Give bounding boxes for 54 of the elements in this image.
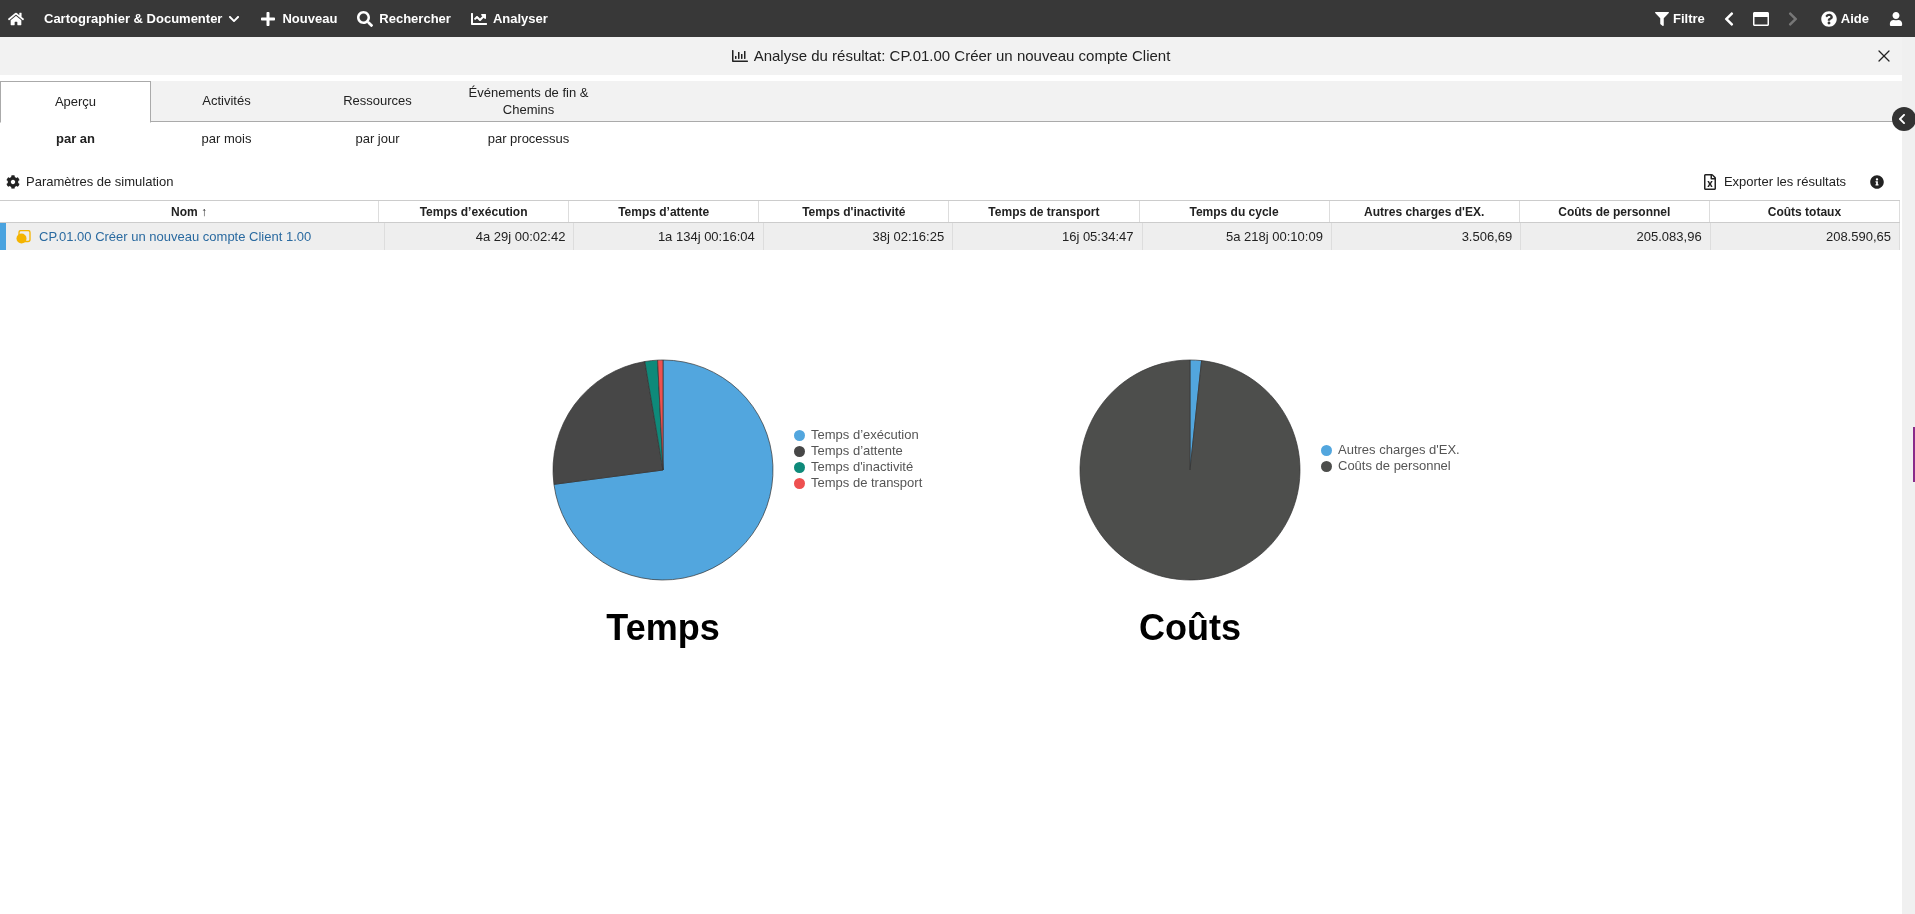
dialog-title: Analyse du résultat: CP.01.00 Créer un nouveau compte Client xyxy=(753,45,1171,66)
tab[interactable]: Ressources xyxy=(302,81,453,122)
gear-icon xyxy=(6,175,20,189)
info-icon[interactable] xyxy=(1870,175,1884,189)
plus-icon xyxy=(260,10,277,27)
period-tab[interactable]: par mois xyxy=(151,129,302,149)
spreadsheet-file-icon xyxy=(1701,174,1718,190)
process-icon xyxy=(16,229,31,244)
chevron-left-icon xyxy=(1896,113,1908,125)
export-button[interactable]: Exporter les résultats xyxy=(1701,172,1846,192)
table-cell: 1a 134j 00:16:04 xyxy=(574,223,764,250)
table-cell: 5a 218j 00:10:09 xyxy=(1142,223,1332,250)
column-header[interactable]: Temps d’attente xyxy=(569,201,760,222)
filter-icon xyxy=(1655,11,1670,26)
help-icon xyxy=(1820,10,1837,27)
filter-button[interactable]: Filtre xyxy=(1655,8,1705,29)
column-header[interactable]: Coûts totaux xyxy=(1709,201,1900,222)
column-header[interactable]: Temps d'inactivité xyxy=(759,201,950,222)
tab[interactable]: Activités xyxy=(151,81,302,122)
simulation-settings-button[interactable]: Paramètres de simulation xyxy=(6,172,174,192)
help-button[interactable]: Aide xyxy=(1820,8,1869,29)
period-tab[interactable]: par an xyxy=(0,129,151,149)
column-header[interactable]: Temps du cycle xyxy=(1139,201,1330,222)
scrollbar-marker xyxy=(1913,427,1915,482)
menu-item[interactable]: Rechercher xyxy=(357,8,451,29)
table-cell: 208.590,65 xyxy=(1710,223,1900,250)
search-icon xyxy=(357,10,374,27)
tab[interactable]: Aperçu xyxy=(0,81,151,123)
column-header[interactable]: Coûts de personnel xyxy=(1519,201,1710,222)
menu-item[interactable]: Cartographier & Documenter xyxy=(44,8,241,29)
column-header[interactable]: Temps de transport xyxy=(949,201,1140,222)
menu-item[interactable]: Nouveau xyxy=(260,8,338,29)
column-header[interactable]: Autres charges d'EX. xyxy=(1329,201,1520,222)
bar-chart-icon xyxy=(731,48,748,64)
table-cell: 38j 02:16:25 xyxy=(763,223,954,250)
table-cell: 4a 29j 00:02:42 xyxy=(385,223,575,250)
table-row[interactable]: CP.01.00 Créer un nouveau compte Client 1.00 4a 29j 00:02:42 1a 134j 00:16:04 38j 02:16:25 16j 05:34:47 5a 218j 00:10:09 3.506,69 205.083,96 208.590,65 xyxy=(0,223,1900,250)
menu-item[interactable]: Analyser xyxy=(470,8,548,29)
home-icon[interactable] xyxy=(8,10,24,27)
user-icon[interactable] xyxy=(1889,11,1903,26)
period-tab[interactable]: par jour xyxy=(302,129,453,149)
table-cell: 3.506,69 xyxy=(1331,223,1522,250)
column-header[interactable]: Temps d’exécution xyxy=(379,201,570,222)
chart-title: Temps xyxy=(606,606,720,650)
table-cell: 205.083,96 xyxy=(1521,223,1711,250)
line-chart-icon xyxy=(470,10,487,27)
column-header[interactable]: Nom ↑ xyxy=(0,201,379,222)
chart-title: Coûts xyxy=(1139,606,1241,650)
process-link[interactable]: CP.01.00 Créer un nouveau compte Client 1.00 xyxy=(39,226,312,247)
tab[interactable]: Événements de fin & Chemins xyxy=(453,81,604,122)
window-icon[interactable] xyxy=(1752,10,1769,27)
table-cell: 16j 05:34:47 xyxy=(953,223,1143,250)
scrollbar[interactable] xyxy=(1902,37,1915,914)
period-tab[interactable]: par processus xyxy=(453,129,604,149)
